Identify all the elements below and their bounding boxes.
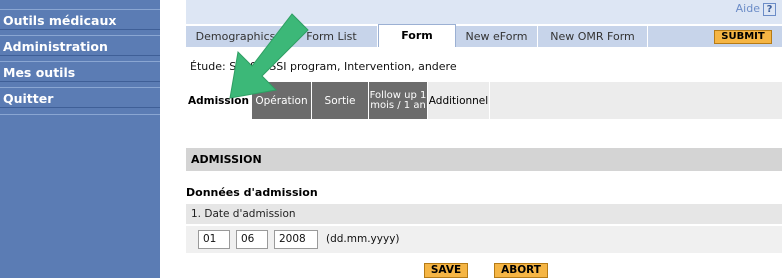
group-title: Données d'admission	[186, 186, 318, 199]
arrow-icon	[229, 13, 309, 99]
submit-button[interactable]: SUBMIT	[714, 30, 772, 44]
subtab-additionnel[interactable]: Additionnel	[428, 82, 490, 119]
question-label: 1. Date d'admission	[186, 204, 782, 224]
sidebar-item-quitter[interactable]: Quitter	[0, 87, 160, 108]
date-year-input[interactable]: 2008	[274, 230, 318, 249]
tab-new-eform[interactable]: New eForm	[456, 26, 538, 47]
tab-form[interactable]: Form	[378, 24, 456, 47]
help-link[interactable]: Aide?	[736, 2, 776, 16]
save-button[interactable]: SAVE	[424, 263, 468, 278]
help-icon: ?	[763, 3, 776, 16]
section-header: ADMISSION	[186, 148, 782, 171]
tab-new-omr-form[interactable]: New OMR Form	[538, 26, 648, 47]
abort-button[interactable]: ABORT	[494, 263, 548, 278]
sidebar-item-administration[interactable]: Administration	[0, 35, 160, 56]
sidebar-item-mes-outils[interactable]: Mes outils	[0, 61, 160, 82]
date-month-input[interactable]: 06	[236, 230, 268, 249]
date-day-input[interactable]: 01	[198, 230, 230, 249]
help-label: Aide	[735, 2, 760, 15]
date-format-hint: (dd.mm.yyyy)	[326, 233, 400, 245]
sidebar-fill	[0, 114, 160, 278]
subtab-follow-up[interactable]: Follow up 1 mois / 1 an	[369, 82, 428, 119]
sidebar-item-outils-medicaux[interactable]: Outils médicaux	[0, 9, 160, 30]
